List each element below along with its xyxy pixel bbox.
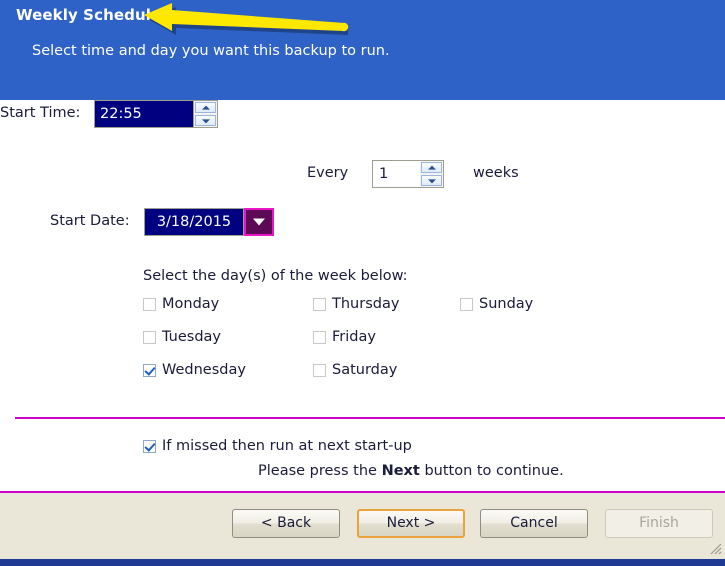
checkbox-box xyxy=(143,439,156,453)
checkbox-box xyxy=(460,297,473,311)
instruction-text: Please press the Next button to continue… xyxy=(258,463,564,479)
weeks-interval-spinner[interactable] xyxy=(420,160,444,188)
day-checkbox-wednesday[interactable]: Wednesday xyxy=(143,362,246,378)
day-checkbox-thursday[interactable]: Thursday xyxy=(313,296,399,312)
wizard-header: Weekly Schedule Select time and day you … xyxy=(0,0,725,100)
day-label: Wednesday xyxy=(162,362,246,378)
weeks-interval-input[interactable]: 1 xyxy=(372,160,420,188)
run-at-next-startup-label: If missed then run at next start-up xyxy=(162,438,412,454)
start-time-label: Start Time: xyxy=(0,105,81,121)
weeks-spinner-up-button[interactable] xyxy=(421,162,442,173)
run-at-next-startup-checkbox[interactable]: If missed then run at next start-up xyxy=(143,438,412,454)
day-checkbox-monday[interactable]: Monday xyxy=(143,296,219,312)
start-date-label: Start Date: xyxy=(50,213,130,229)
chevron-down-icon xyxy=(201,118,210,123)
start-date-dropdown-button[interactable] xyxy=(244,208,274,236)
triangle-down-icon xyxy=(253,218,265,226)
next-button[interactable]: Next > xyxy=(357,509,465,538)
day-label: Sunday xyxy=(479,296,534,312)
checkbox-box xyxy=(313,330,326,344)
chevron-up-icon xyxy=(427,165,436,170)
wizard-footer: < Back Next > Cancel Finish xyxy=(0,493,725,559)
start-time-spinner-up-button[interactable] xyxy=(195,102,216,113)
day-label: Thursday xyxy=(332,296,400,312)
wizard-body: Start Time: 22:55 Every 1 weeks Start Da… xyxy=(0,100,725,493)
day-checkbox-tuesday[interactable]: Tuesday xyxy=(143,329,221,345)
resize-grip-icon[interactable] xyxy=(708,541,722,555)
instruction-after: button to continue. xyxy=(424,463,564,479)
checkbox-box xyxy=(143,330,156,344)
yellow-arrow-annotation-icon xyxy=(144,3,349,35)
weeks-spinner-down-button[interactable] xyxy=(421,175,442,186)
start-time-spinner[interactable] xyxy=(194,100,218,128)
back-button[interactable]: < Back xyxy=(232,509,340,538)
day-checkbox-friday[interactable]: Friday xyxy=(313,329,376,345)
checkbox-box xyxy=(313,297,326,311)
cancel-button[interactable]: Cancel xyxy=(480,509,588,538)
page-subtitle: Select time and day you want this backup… xyxy=(32,43,390,59)
day-label: Monday xyxy=(162,296,220,312)
page-title: Weekly Schedule xyxy=(16,6,162,24)
checkbox-box xyxy=(143,297,156,311)
day-checkbox-saturday[interactable]: Saturday xyxy=(313,362,397,378)
instruction-emphasis: Next xyxy=(381,463,420,479)
checkbox-box xyxy=(143,363,156,377)
day-label: Saturday xyxy=(332,362,398,378)
days-section-heading: Select the day(s) of the week below: xyxy=(143,268,408,284)
day-checkbox-sunday[interactable]: Sunday xyxy=(460,296,533,312)
instruction-before: Please press the xyxy=(258,463,377,479)
day-label: Tuesday xyxy=(162,329,221,345)
day-label: Friday xyxy=(332,329,376,345)
start-date-input[interactable]: 3/18/2015 xyxy=(144,208,244,236)
start-time-input[interactable]: 22:55 xyxy=(94,100,194,128)
separator-top xyxy=(15,417,725,419)
finish-button: Finish xyxy=(605,509,713,538)
start-time-spinner-down-button[interactable] xyxy=(195,115,216,126)
chevron-up-icon xyxy=(201,105,210,110)
every-label: Every xyxy=(307,165,349,181)
weeks-unit-label: weeks xyxy=(473,165,519,181)
chevron-down-icon xyxy=(427,178,436,183)
window-bottom-strip xyxy=(0,559,725,566)
checkbox-box xyxy=(313,363,326,377)
